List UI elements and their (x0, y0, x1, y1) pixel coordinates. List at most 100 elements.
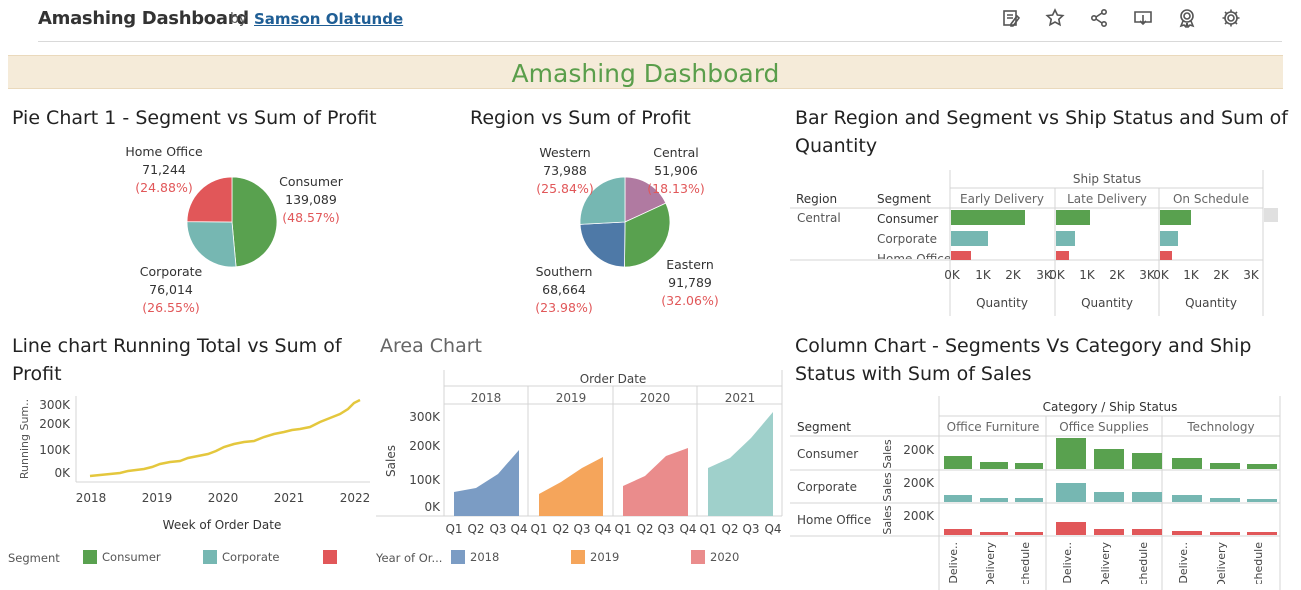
bar-late-consumer[interactable] (1056, 210, 1090, 225)
area-qtick: Q1 (699, 522, 716, 536)
legend-item-consumer[interactable]: Consumer (102, 550, 161, 564)
running-total-line[interactable] (89, 398, 361, 478)
area-2019[interactable] (539, 457, 603, 516)
pie1-label-value: 76,014 (149, 282, 193, 297)
column-bar[interactable] (980, 498, 1008, 502)
legend-item-2018[interactable]: 2018 (470, 550, 499, 564)
bar-scrollbar[interactable] (1264, 208, 1278, 222)
column-bar[interactable] (1015, 498, 1043, 502)
column-bar[interactable] (1132, 453, 1162, 469)
column-chart[interactable]: Category / Ship Status Segment Office Fu… (790, 394, 1282, 590)
line-ytick: 0K (54, 466, 71, 480)
legend-item-corporate[interactable]: Corporate (222, 550, 280, 564)
bar-col-region: Region (796, 192, 837, 206)
area-year: 2018 (471, 391, 502, 405)
column-bar[interactable] (1056, 483, 1086, 502)
column-bar[interactable] (1132, 529, 1162, 535)
legend-swatch-consumer[interactable] (83, 550, 97, 564)
legend-swatch-2019[interactable] (571, 550, 585, 564)
pie1-label-name: Consumer (279, 174, 343, 189)
pie2-label-eastern: Eastern 91,789 (32.06%) (655, 256, 725, 310)
pie2-label-pct: (32.06%) (661, 293, 719, 308)
pie1-label-consumer: Consumer 139,089 (48.57%) (268, 173, 354, 227)
column-bar[interactable] (1056, 522, 1086, 535)
column-bar[interactable] (1172, 495, 1202, 502)
column-bar[interactable] (1094, 492, 1124, 502)
bar-status-early: Early Delivery (960, 192, 1044, 206)
edit-icon[interactable] (1001, 8, 1025, 32)
legend-item-2020[interactable]: 2020 (710, 550, 739, 564)
column-bar[interactable] (944, 529, 972, 535)
column-bar[interactable] (1247, 499, 1277, 502)
column-status-label: Late Delivery (1099, 542, 1112, 590)
area-year: 2019 (556, 391, 587, 405)
area-year: 2021 (725, 391, 756, 405)
column-bar[interactable] (1015, 532, 1043, 535)
column-category: Office Supplies (1059, 420, 1149, 434)
segment-legend-label: Segment (8, 551, 60, 565)
column-bar[interactable] (1210, 463, 1240, 469)
legend-swatch-2020[interactable] (691, 550, 705, 564)
line-xtick: 2019 (142, 491, 173, 505)
bar-onsched-consumer[interactable] (1160, 210, 1191, 225)
pie-slice-southern[interactable] (579, 221, 626, 268)
star-icon[interactable] (1045, 8, 1069, 32)
legend-swatch-home-office[interactable] (323, 550, 337, 564)
line-chart[interactable]: Running Sum.. 300K 200K 100K 0K 2018 201… (10, 394, 372, 540)
area-chart[interactable]: Order Date 2018 2019 2020 2021 Sales 300… (376, 366, 786, 542)
bar-tick: 2K (1213, 268, 1230, 282)
pie-slice-corporate[interactable] (186, 221, 237, 268)
column-bar[interactable] (944, 456, 972, 469)
bar-onsched-home-office[interactable] (1160, 251, 1172, 260)
column-bar[interactable] (980, 462, 1008, 469)
column-bar[interactable] (1056, 438, 1086, 469)
badge-icon[interactable] (1177, 8, 1201, 32)
legend-swatch-corporate[interactable] (203, 550, 217, 564)
bar-early-home-office[interactable] (951, 251, 971, 260)
bar-onsched-corporate[interactable] (1160, 231, 1178, 246)
column-segment-home-office: Home Office (797, 513, 871, 527)
area-title: Area Chart (380, 335, 482, 357)
workbook-title: Amashing Dashboard (38, 8, 249, 29)
legend-item-2019[interactable]: 2019 (590, 550, 619, 564)
area-2018[interactable] (454, 450, 519, 516)
column-bar[interactable] (1015, 463, 1043, 469)
bar-early-corporate[interactable] (951, 231, 988, 246)
bar-early-consumer[interactable] (951, 210, 1025, 225)
area-2021[interactable] (708, 412, 773, 516)
legend-swatch-2018[interactable] (451, 550, 465, 564)
bar-chart[interactable]: Ship Status Region Segment Early Deliver… (790, 166, 1282, 316)
column-bar[interactable] (1247, 532, 1277, 535)
bar-axis-label: Quantity (976, 296, 1028, 310)
download-icon[interactable] (1133, 8, 1157, 32)
column-bar[interactable] (1132, 492, 1162, 502)
area-ytick: 0K (424, 500, 441, 514)
column-bar[interactable] (1172, 531, 1202, 535)
column-bar[interactable] (980, 532, 1008, 535)
line-xlabel: Week of Order Date (163, 518, 282, 532)
column-bar[interactable] (1094, 529, 1124, 535)
bar-title-line1: Bar Region and Segment vs Ship Status an… (795, 107, 1288, 129)
gear-icon[interactable] (1221, 8, 1245, 32)
author-link[interactable]: Samson Olatunde (254, 10, 403, 28)
area-ylabel: Sales (384, 445, 398, 477)
line-xtick: 2020 (208, 491, 239, 505)
column-segment-corporate: Corporate (797, 480, 857, 494)
pie2-label-southern: Southern 68,664 (23.98%) (524, 263, 604, 317)
bar-header: Ship Status (1073, 172, 1141, 186)
column-yaxis: Sales (881, 439, 894, 469)
bar-late-home-office[interactable] (1056, 251, 1069, 260)
area-2020[interactable] (623, 448, 688, 516)
bar-segment-home-office: Home Office (877, 252, 951, 266)
share-icon[interactable] (1089, 8, 1113, 32)
line-ytick: 300K (39, 398, 71, 412)
area-qtick: Q2 (721, 522, 738, 536)
column-bar[interactable] (944, 495, 972, 502)
column-bar[interactable] (1094, 449, 1124, 469)
column-bar[interactable] (1247, 464, 1277, 469)
bar-region-central: Central (797, 211, 841, 225)
column-bar[interactable] (1210, 532, 1240, 535)
bar-late-corporate[interactable] (1056, 231, 1075, 246)
column-bar[interactable] (1210, 498, 1240, 502)
column-bar[interactable] (1172, 458, 1202, 469)
